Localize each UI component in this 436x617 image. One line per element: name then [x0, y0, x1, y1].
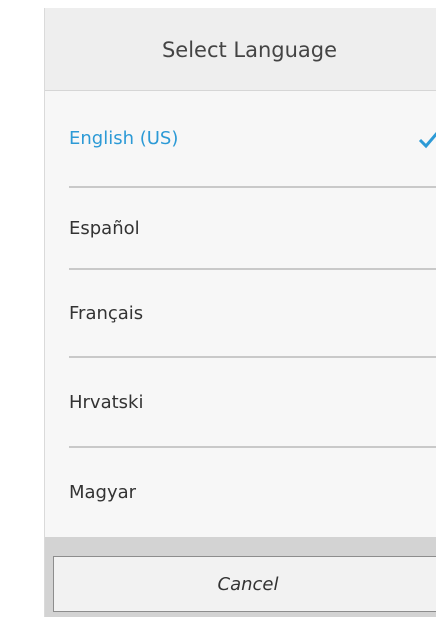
- language-label: Hrvatski: [69, 391, 144, 413]
- language-item-hrvatski[interactable]: Hrvatski: [69, 358, 436, 446]
- language-list: English (US) Español Français Hrvatski M…: [45, 91, 436, 537]
- checkmark-icon: [418, 131, 436, 148]
- cancel-button[interactable]: Cancel: [53, 556, 436, 612]
- dialog-header: Select Language: [45, 8, 436, 91]
- language-label: Magyar: [69, 482, 137, 503]
- language-item-english-us[interactable]: English (US): [69, 91, 436, 186]
- language-label: Français: [69, 302, 144, 324]
- dialog-footer: Cancel: [45, 537, 436, 617]
- cancel-button-label: Cancel: [217, 573, 279, 595]
- language-item-francais[interactable]: Français: [69, 270, 436, 356]
- dialog-title: Select Language: [161, 38, 338, 62]
- language-label: English (US): [69, 128, 179, 149]
- language-label: Español: [69, 217, 140, 239]
- language-dialog: Select Language English (US) Español Fra…: [45, 8, 436, 617]
- language-item-espanol[interactable]: Español: [69, 188, 436, 268]
- language-item-magyar[interactable]: Magyar: [69, 448, 436, 537]
